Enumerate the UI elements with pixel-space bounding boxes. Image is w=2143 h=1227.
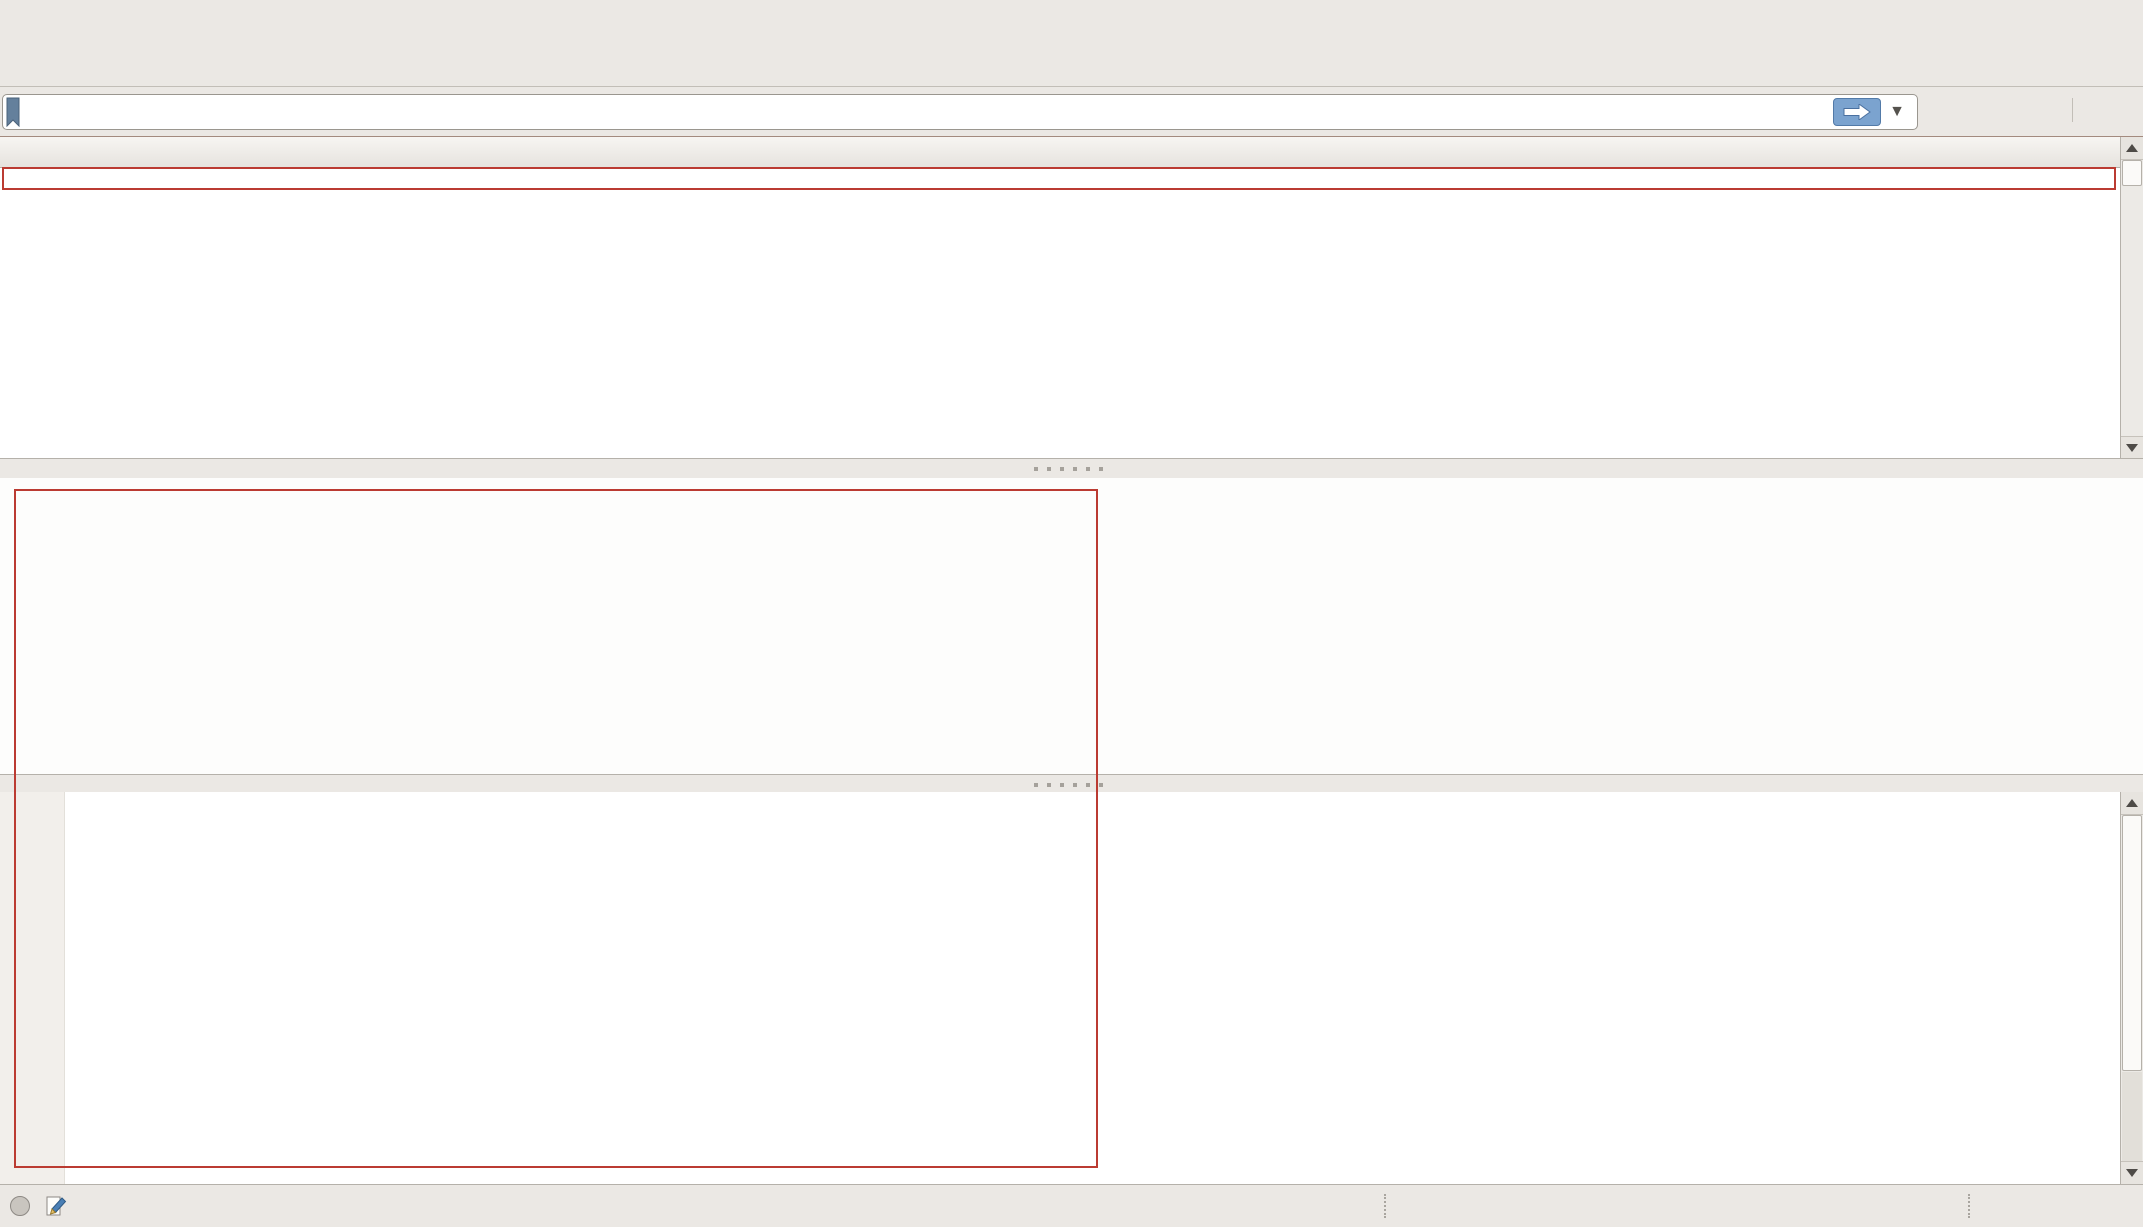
filter-dropdown-caret-icon[interactable]: ▼ bbox=[1889, 103, 1905, 121]
splitter-handle-icon bbox=[1034, 467, 1110, 471]
up-arrow-icon bbox=[2126, 799, 2138, 807]
packet-list-header bbox=[0, 137, 2143, 168]
packet-list-scrollbar[interactable] bbox=[2120, 137, 2143, 459]
scroll-down-button[interactable] bbox=[2121, 1161, 2143, 1184]
scroll-up-button[interactable] bbox=[2121, 137, 2143, 160]
display-filter-field[interactable]: ▼ bbox=[2, 94, 1918, 130]
menu-bar bbox=[0, 0, 2143, 30]
apply-arrow-icon bbox=[1842, 104, 1872, 120]
filter-separator bbox=[2072, 98, 2073, 122]
packet-details-pane bbox=[0, 478, 2143, 778]
packet-bytes-pane bbox=[0, 792, 2143, 1184]
add-filter-button[interactable] bbox=[2086, 86, 2106, 136]
scrollbar-thumb[interactable] bbox=[2122, 815, 2142, 1071]
scroll-down-button[interactable] bbox=[2121, 436, 2143, 459]
capture-comment-icon[interactable] bbox=[44, 1194, 68, 1224]
status-bar bbox=[0, 1184, 2143, 1227]
splitter-handle-icon bbox=[1034, 783, 1110, 787]
scrollbar-thumb[interactable] bbox=[2122, 160, 2142, 186]
down-arrow-icon bbox=[2126, 1169, 2138, 1177]
expert-info-icon[interactable] bbox=[10, 1196, 30, 1216]
scroll-up-button[interactable] bbox=[2121, 792, 2143, 815]
apply-filter-button[interactable] bbox=[1833, 98, 1881, 126]
wireshark-window: ▼ bbox=[0, 0, 2143, 1227]
filter-toolbar: ▼ bbox=[0, 86, 2143, 136]
down-arrow-icon bbox=[2126, 444, 2138, 452]
packet-bytes-scrollbar[interactable] bbox=[2120, 792, 2143, 1184]
status-separator bbox=[1968, 1194, 1971, 1218]
status-separator bbox=[1384, 1194, 1387, 1218]
packet-list-pane bbox=[0, 136, 2143, 459]
main-toolbar bbox=[0, 30, 2143, 87]
hex-offset-column bbox=[0, 792, 65, 1184]
packet-list-rows bbox=[0, 168, 2120, 459]
scrollbar-trough[interactable] bbox=[2122, 1072, 2142, 1161]
filter-bookmark-icon[interactable] bbox=[6, 97, 20, 127]
pane-splitter-lower[interactable] bbox=[0, 774, 2143, 794]
display-filter-input[interactable] bbox=[32, 100, 1833, 125]
pane-splitter-upper[interactable] bbox=[0, 458, 2143, 480]
up-arrow-icon bbox=[2126, 144, 2138, 152]
